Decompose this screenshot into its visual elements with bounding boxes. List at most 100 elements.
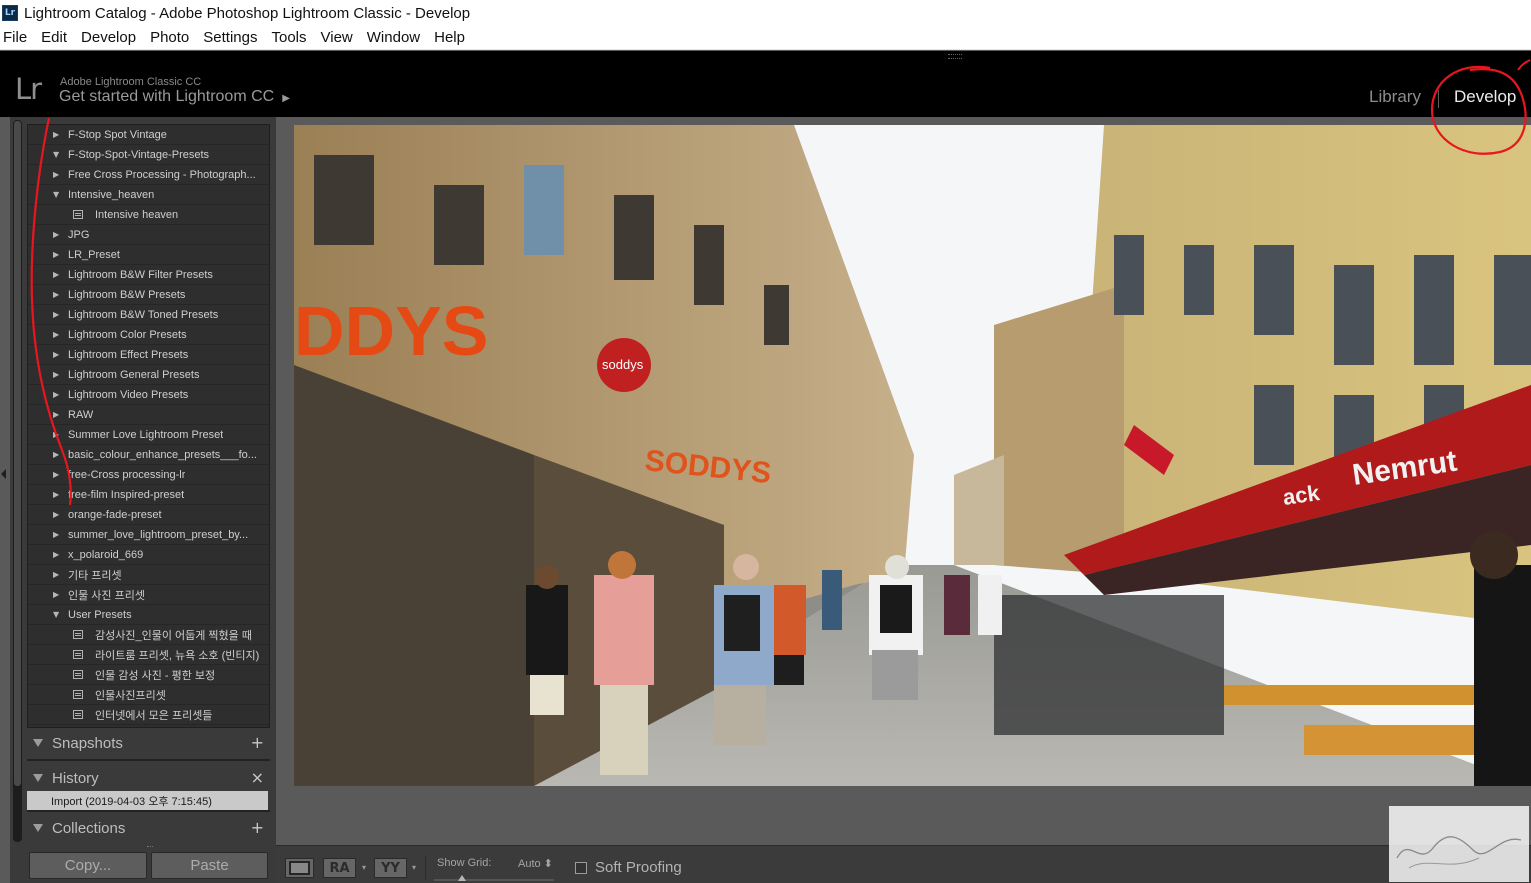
before-after-button[interactable]: RA xyxy=(323,858,356,878)
before-after-swap-button[interactable]: YY xyxy=(374,858,407,878)
preset-item[interactable]: 인물 감성 사진 - 평한 보정 xyxy=(28,665,269,685)
preset-folder[interactable]: ▶ RAW xyxy=(28,405,269,425)
history-panel-header[interactable]: History × xyxy=(27,764,270,792)
preset-item[interactable]: 감성사진_인물이 어둡게 찍혔을 때 xyxy=(28,625,269,645)
copy-settings-button[interactable]: Copy... xyxy=(29,852,147,879)
add-collection-icon[interactable]: + xyxy=(251,818,264,837)
preset-label: summer_love_lightroom_preset_by... xyxy=(68,528,249,541)
preset-label: Lightroom Color Presets xyxy=(68,328,187,341)
collapsed-triangle-icon[interactable]: ▶ xyxy=(53,550,63,559)
collapsed-triangle-icon[interactable]: ▶ xyxy=(53,370,63,379)
preset-folder[interactable]: ▶ free-film Inspired-preset xyxy=(28,485,269,505)
add-snapshot-icon[interactable]: + xyxy=(251,733,264,752)
snapshots-panel-header[interactable]: Snapshots + xyxy=(27,729,270,757)
module-develop[interactable]: Develop xyxy=(1454,87,1516,107)
grid-size-slider[interactable] xyxy=(434,875,554,881)
preset-folder[interactable]: ▼ F-Stop-Spot-Vintage-Presets xyxy=(28,145,269,165)
get-started-link[interactable]: Get started with Lightroom CC ▶ xyxy=(59,88,290,106)
preset-folder[interactable]: ▶ Lightroom B&W Presets xyxy=(28,285,269,305)
preset-folder[interactable]: ▶ Lightroom General Presets xyxy=(28,365,269,385)
preset-folder[interactable]: ▶ Lightroom B&W Filter Presets xyxy=(28,265,269,285)
menu-tools[interactable]: Tools xyxy=(268,29,313,46)
preset-item[interactable]: 인터넷에서 모은 프리셋들 xyxy=(28,705,269,725)
collapsed-triangle-icon[interactable]: ▶ xyxy=(53,410,63,419)
collapsed-triangle-icon[interactable]: ▶ xyxy=(53,390,63,399)
collapsed-triangle-icon[interactable]: ▶ xyxy=(53,590,63,599)
preset-folder[interactable]: ▶ orange-fade-preset xyxy=(28,505,269,525)
soft-proofing-label[interactable]: Soft Proofing xyxy=(595,859,682,876)
menu-view[interactable]: View xyxy=(318,29,360,46)
lr-logo: Lr xyxy=(15,72,42,106)
collapsed-triangle-icon[interactable]: ▶ xyxy=(53,350,63,359)
preset-folder[interactable]: ▶ x_polaroid_669 xyxy=(28,545,269,565)
collapsed-triangle-icon[interactable]: ▶ xyxy=(53,470,63,479)
snapshots-label: Snapshots xyxy=(52,734,123,752)
collapsed-triangle-icon[interactable]: ▶ xyxy=(53,170,63,179)
history-item[interactable]: Import (2019-04-03 오후 7:15:45) xyxy=(27,791,268,810)
collapsed-triangle-icon[interactable]: ▶ xyxy=(53,450,63,459)
collapsed-triangle-icon[interactable]: ▶ xyxy=(53,130,63,139)
collapsed-triangle-icon[interactable]: ▶ xyxy=(53,230,63,239)
module-library[interactable]: Library xyxy=(1369,87,1421,107)
show-grid-label: Show Grid: xyxy=(437,857,492,869)
collections-panel-header[interactable]: Collections + xyxy=(27,814,270,842)
menu-edit[interactable]: Edit xyxy=(38,29,74,46)
collapsed-triangle-icon[interactable]: ▶ xyxy=(53,310,63,319)
before-after-dropdown-icon[interactable]: ▾ xyxy=(362,863,366,872)
preset-folder[interactable]: ▼ Intensive_heaven xyxy=(28,185,269,205)
collapsed-triangle-icon[interactable]: ▶ xyxy=(53,510,63,519)
preset-item[interactable]: Intensive heaven xyxy=(28,205,269,225)
paste-settings-button[interactable]: Paste xyxy=(151,852,268,879)
collapsed-triangle-icon[interactable]: ▶ xyxy=(53,290,63,299)
clear-history-icon[interactable]: × xyxy=(251,768,264,787)
menu-help[interactable]: Help xyxy=(431,29,472,46)
loupe-view-button[interactable] xyxy=(285,858,314,878)
expanded-triangle-icon[interactable]: ▼ xyxy=(53,190,63,199)
expanded-triangle-icon[interactable]: ▼ xyxy=(53,150,63,159)
preset-folder[interactable]: ▶ JPG xyxy=(28,225,269,245)
preset-label: Free Cross Processing - Photograph... xyxy=(68,168,256,181)
preset-folder[interactable]: ▶ F-Stop Spot Vintage xyxy=(28,125,269,145)
collapsed-triangle-icon[interactable]: ▶ xyxy=(53,490,63,499)
slider-knob-icon[interactable] xyxy=(458,875,466,881)
menu-file[interactable]: File xyxy=(0,29,34,46)
collapsed-triangle-icon[interactable]: ▶ xyxy=(53,270,63,279)
collapsed-triangle-icon[interactable]: ▶ xyxy=(53,430,63,439)
left-panel-toggle[interactable] xyxy=(0,117,10,883)
preset-folder[interactable]: ▶ Lightroom Video Presets xyxy=(28,385,269,405)
collapsed-triangle-icon[interactable]: ▶ xyxy=(53,250,63,259)
preset-label: Intensive heaven xyxy=(95,208,179,221)
left-panel-scroll-thumb[interactable] xyxy=(14,121,21,786)
collapsed-triangle-icon[interactable]: ▶ xyxy=(53,530,63,539)
preset-folder[interactable]: ▶ Lightroom Effect Presets xyxy=(28,345,269,365)
lightroom-app-icon: Lr xyxy=(2,5,18,21)
preset-label: 인터넷에서 모은 프리셋들 xyxy=(95,709,213,722)
preset-item[interactable]: 라이트룸 프리셋, 뉴욕 소호 (빈티지) xyxy=(28,645,269,665)
menu-photo[interactable]: Photo xyxy=(147,29,196,46)
menu-develop[interactable]: Develop xyxy=(78,29,143,46)
preset-folder[interactable]: ▼ User Presets xyxy=(28,605,269,625)
preset-folder[interactable]: ▶ Lightroom B&W Toned Presets xyxy=(28,305,269,325)
preset-folder[interactable]: ▶ 기타 프리셋 xyxy=(28,565,269,585)
menu-settings[interactable]: Settings xyxy=(200,29,264,46)
swap-dropdown-icon[interactable]: ▾ xyxy=(412,863,416,872)
menu-window[interactable]: Window xyxy=(364,29,427,46)
preset-folder[interactable]: ▶ Free Cross Processing - Photograph... xyxy=(28,165,269,185)
preset-folder[interactable]: ▶ basic_colour_enhance_presets___fo... xyxy=(28,445,269,465)
soft-proofing-checkbox[interactable] xyxy=(575,862,587,874)
panel-collapse-grip[interactable] xyxy=(948,54,962,59)
preset-label: orange-fade-preset xyxy=(68,508,162,521)
preset-folder[interactable]: ▶ summer_love_lightroom_preset_by... xyxy=(28,525,269,545)
collapsed-triangle-icon[interactable]: ▶ xyxy=(53,570,63,579)
show-grid-select[interactable]: Auto ⬍ xyxy=(518,857,553,870)
preset-folder[interactable]: ▶ LR_Preset xyxy=(28,245,269,265)
preset-item[interactable]: 인물사진프리셋 xyxy=(28,685,269,705)
collapsed-triangle-icon[interactable]: ▶ xyxy=(53,330,63,339)
panel-resize-grip[interactable] xyxy=(147,846,153,849)
photo-preview[interactable]: DDYS soddys SODDYS Nemrut ack xyxy=(294,125,1531,786)
preset-folder[interactable]: ▶ free-Cross processing-lr xyxy=(28,465,269,485)
preset-folder[interactable]: ▶ Summer Love Lightroom Preset xyxy=(28,425,269,445)
preset-folder[interactable]: ▶ 인물 사진 프리셋 xyxy=(28,585,269,605)
preset-folder[interactable]: ▶ Lightroom Color Presets xyxy=(28,325,269,345)
expanded-triangle-icon[interactable]: ▼ xyxy=(53,610,63,619)
